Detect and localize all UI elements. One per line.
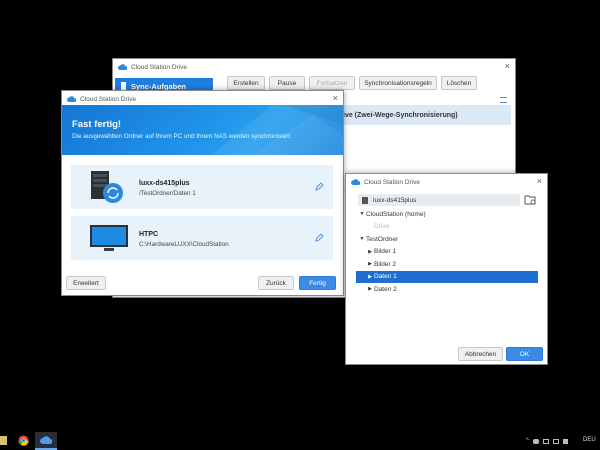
tree-item-label: Bilder 1 (374, 248, 397, 255)
back-button[interactable]: Zurück (258, 276, 294, 290)
network-icon[interactable] (552, 438, 559, 444)
caret-down-icon[interactable]: ▼ (358, 236, 366, 242)
tree-item-label: Drive (374, 223, 390, 230)
tree-item[interactable]: ▶ Bilder 2 (356, 258, 538, 270)
finish-button[interactable]: Fertig (299, 276, 336, 290)
tree-item-label: CloudStation (home) (366, 210, 426, 218)
volume-icon[interactable] (562, 438, 568, 444)
language-indicator[interactable]: DEU (583, 437, 596, 443)
tree-item[interactable]: ▼ CloudStation (home) (356, 208, 538, 220)
tree-item[interactable]: ▼ TestOrdner (356, 233, 538, 245)
new-folder-icon[interactable] (524, 194, 536, 205)
wizard-window: Cloud Station Drive × Fast fertig! Die a… (61, 90, 344, 296)
file-explorer-icon[interactable] (0, 436, 7, 445)
pc-card[interactable]: HTPC C:\HardwareLUXX\CloudStation (71, 216, 333, 260)
chevron-up-icon[interactable]: ^ (526, 438, 529, 444)
pc-path: C:\HardwareLUXX\CloudStation (139, 241, 229, 248)
tree-item-label: TestOrdner (366, 235, 399, 243)
sync-rules-button[interactable]: Synchronisationsregeln (359, 76, 437, 90)
tray-cloud-icon[interactable] (532, 438, 539, 444)
ok-button[interactable]: OK (506, 347, 543, 361)
nas-path: /TestOrdner/Daten 1 (139, 190, 196, 197)
folder-dialog-title: Cloud Station Drive (364, 178, 420, 186)
tree-item-label: Bilder 2 (374, 260, 397, 268)
pc-name: HTPC (139, 231, 159, 238)
cloud-icon (121, 82, 126, 90)
nas-sync-icon (91, 171, 123, 203)
cloud-icon (40, 436, 52, 444)
resume-button[interactable]: Fortsetzen (309, 76, 355, 90)
main-window-titlebar[interactable]: Cloud Station Drive (113, 59, 515, 75)
nas-name: luxx-ds415plus (139, 180, 190, 187)
tray-area: ^ (526, 437, 586, 445)
list-icon[interactable] (500, 97, 507, 103)
server-icon (362, 196, 368, 204)
cloud-icon (67, 96, 76, 102)
cancel-button[interactable]: Abbrechen (458, 347, 503, 361)
folder-dialog: Cloud Station Drive × luxx-ds415plus ▼ Cl… (345, 173, 548, 365)
caret-right-icon[interactable]: ▶ (366, 274, 374, 280)
edit-icon[interactable] (315, 182, 324, 191)
caret-right-icon[interactable]: ▶ (366, 261, 374, 267)
wizard-header-title: Fast fertig! (72, 119, 122, 130)
chrome-icon[interactable] (18, 435, 29, 446)
caret-down-icon[interactable]: ▼ (358, 211, 366, 217)
tree-item[interactable]: Drive (356, 221, 538, 233)
edit-icon[interactable] (315, 233, 324, 242)
caret-right-icon[interactable]: ▶ (366, 286, 374, 292)
close-icon[interactable]: × (537, 176, 542, 186)
create-button[interactable]: Erstellen (227, 76, 265, 90)
sync-task-row[interactable]: ive (Zwei-Wege-Synchronisierung) (343, 105, 511, 125)
wizard-header-subtitle: Die ausgewählten Ordner auf Ihrem PC und… (72, 133, 292, 140)
caret-right-icon[interactable]: ▶ (366, 249, 374, 255)
tree-item-label: Daten 1 (374, 273, 397, 280)
delete-button[interactable]: Löschen (441, 76, 477, 90)
wizard-header: Fast fertig! Die ausgewählten Ordner auf… (62, 105, 343, 155)
cloud-icon (118, 64, 127, 70)
tray-monitor-icon[interactable] (542, 438, 549, 444)
main-window-title: Cloud Station Drive (131, 63, 187, 71)
header-pattern-icon (212, 105, 343, 155)
taskbar: ^ DEU (0, 432, 600, 450)
tree-item[interactable]: ▶ Daten 1 (356, 270, 538, 283)
advanced-button[interactable]: Erweitert (66, 276, 106, 290)
tree-item-label: Daten 2 (374, 285, 397, 293)
sync-task-label: ive (Zwei-Wege-Synchronisierung) (343, 111, 458, 119)
server-selector[interactable]: luxx-ds415plus (358, 194, 520, 206)
close-icon[interactable]: × (505, 61, 510, 71)
close-icon[interactable]: × (333, 93, 338, 103)
cloud-station-taskbar-button[interactable] (35, 432, 57, 450)
monitor-icon (90, 225, 128, 251)
cloud-icon (351, 179, 360, 185)
tree-item[interactable]: ▶ Bilder 1 (356, 246, 538, 258)
server-name: luxx-ds415plus (373, 196, 417, 204)
nas-card[interactable]: luxx-ds415plus /TestOrdner/Daten 1 (71, 165, 333, 209)
folder-dialog-titlebar[interactable]: Cloud Station Drive (346, 174, 547, 190)
wizard-title: Cloud Station Drive (80, 95, 136, 103)
pause-button[interactable]: Pause (269, 76, 305, 90)
tree-item[interactable]: ▶ Daten 2 (356, 283, 538, 295)
